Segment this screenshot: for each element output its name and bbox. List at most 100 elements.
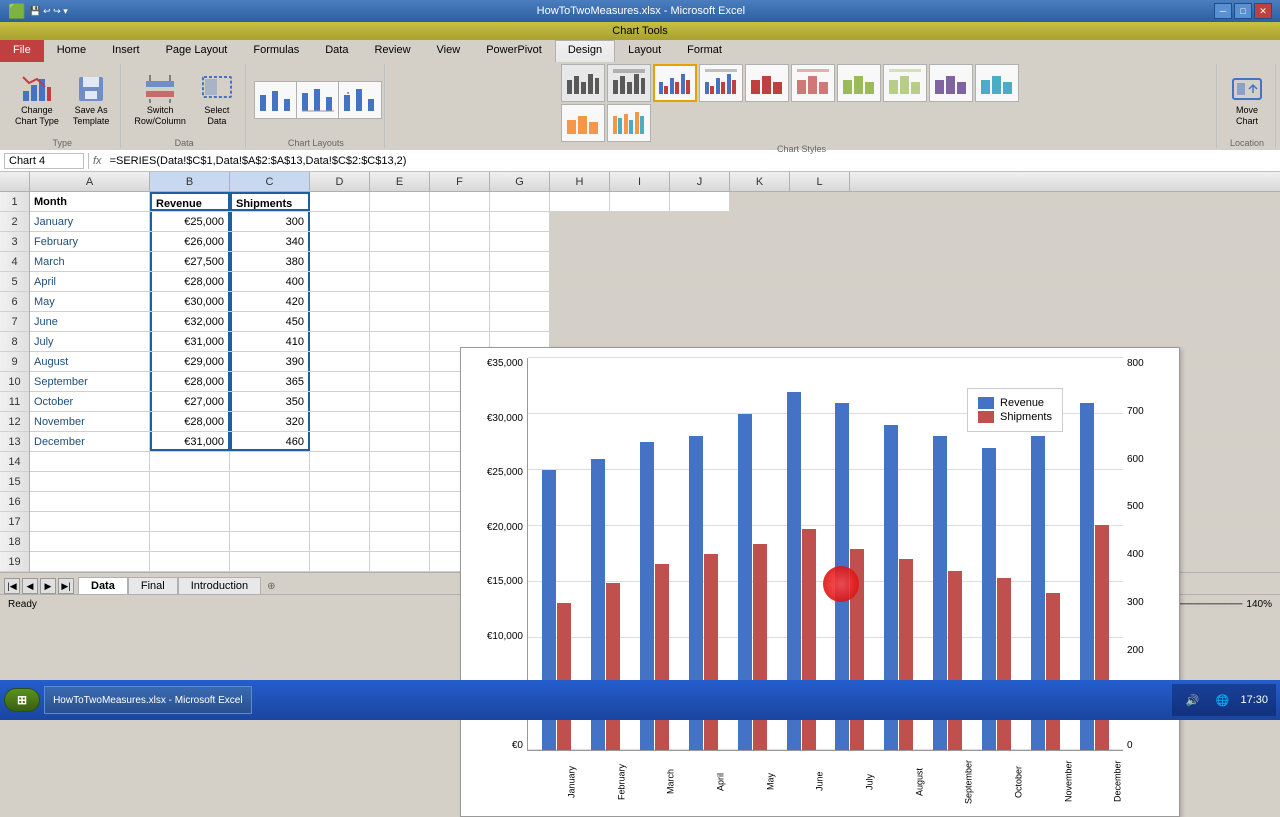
chart-style-9[interactable] <box>929 64 973 102</box>
cell-month[interactable]: April <box>30 272 150 291</box>
sheet-tab-data[interactable]: Data <box>78 577 128 594</box>
cell-empty[interactable] <box>310 352 370 371</box>
cell-empty[interactable] <box>370 452 430 471</box>
cell-empty[interactable] <box>370 532 430 551</box>
tab-power-pivot[interactable]: PowerPivot <box>473 40 555 62</box>
cell-empty[interactable] <box>150 472 230 491</box>
cell-empty[interactable] <box>370 512 430 531</box>
cell-revenue[interactable]: €32,000 <box>150 312 230 331</box>
cell-shipments[interactable]: 400 <box>230 272 310 291</box>
cell-month[interactable]: August <box>30 352 150 371</box>
select-data-button[interactable]: Select Data <box>195 70 239 130</box>
cell-revenue[interactable]: €28,000 <box>150 412 230 431</box>
cell-shipments[interactable]: 390 <box>230 352 310 371</box>
cell-revenue[interactable]: €26,000 <box>150 232 230 251</box>
close-button[interactable]: ✕ <box>1254 3 1272 19</box>
cell-shipments[interactable]: 380 <box>230 252 310 271</box>
chart-style-2[interactable] <box>607 64 651 102</box>
chart-layout-1[interactable] <box>254 81 298 119</box>
chart-style-12[interactable] <box>607 104 651 142</box>
chart-style-7[interactable] <box>837 64 881 102</box>
col-header-i[interactable]: I <box>610 172 670 191</box>
start-button[interactable]: ⊞ <box>4 688 40 712</box>
cell-revenue[interactable]: €27,000 <box>150 392 230 411</box>
cell-empty[interactable] <box>150 512 230 531</box>
cell-revenue[interactable]: €29,000 <box>150 352 230 371</box>
cell-empty[interactable] <box>30 512 150 531</box>
tab-home[interactable]: Home <box>44 40 99 62</box>
col-header-a[interactable]: A <box>30 172 150 191</box>
cell-empty[interactable] <box>370 212 430 231</box>
cell-revenue[interactable]: €28,000 <box>150 372 230 391</box>
cell-empty[interactable] <box>310 512 370 531</box>
cell-empty[interactable] <box>30 532 150 551</box>
cell-revenue[interactable]: €27,500 <box>150 252 230 271</box>
cell-empty[interactable] <box>310 452 370 471</box>
cell-empty[interactable] <box>230 532 310 551</box>
chart-style-3[interactable] <box>653 64 697 102</box>
chart-style-8[interactable] <box>883 64 927 102</box>
cell-empty[interactable] <box>150 552 230 571</box>
cell-empty[interactable] <box>230 552 310 571</box>
change-chart-type-button[interactable]: Change Chart Type <box>10 70 64 130</box>
cell-empty[interactable] <box>370 352 430 371</box>
cell-revenue[interactable]: €25,000 <box>150 212 230 231</box>
tab-review[interactable]: Review <box>361 40 423 62</box>
cell-empty[interactable] <box>310 312 370 331</box>
cell-empty[interactable] <box>150 452 230 471</box>
cell-empty[interactable] <box>30 552 150 571</box>
minimize-button[interactable]: ─ <box>1214 3 1232 19</box>
cell-empty[interactable] <box>150 492 230 511</box>
cell-empty[interactable] <box>490 212 550 231</box>
cell-empty[interactable] <box>370 332 430 351</box>
cell-empty[interactable] <box>430 252 490 271</box>
cell-empty[interactable] <box>490 252 550 271</box>
cell-empty[interactable] <box>370 552 430 571</box>
tab-scroll-next[interactable]: ▶ <box>40 578 56 594</box>
cell-empty[interactable] <box>370 372 430 391</box>
tab-insert[interactable]: Insert <box>99 40 153 62</box>
cell-shipments[interactable]: 365 <box>230 372 310 391</box>
cell-empty[interactable] <box>230 472 310 491</box>
cell-empty[interactable] <box>370 472 430 491</box>
switch-row-column-button[interactable]: Switch Row/Column <box>129 70 191 130</box>
cell-empty[interactable] <box>310 332 370 351</box>
chart-style-1[interactable] <box>561 64 605 102</box>
cell-month[interactable]: November <box>30 412 150 431</box>
cell-shipments[interactable]: 450 <box>230 312 310 331</box>
tab-file[interactable]: File <box>0 40 44 62</box>
cell-b1[interactable]: Revenue <box>150 192 230 211</box>
chart-container[interactable]: €35,000€30,000€25,000€20,000€15,000€10,0… <box>460 347 1180 817</box>
cell-empty[interactable] <box>310 412 370 431</box>
cell-empty[interactable] <box>370 292 430 311</box>
chart-style-10[interactable] <box>975 64 1019 102</box>
cell-empty[interactable] <box>150 532 230 551</box>
cell-e1[interactable] <box>370 192 430 211</box>
move-chart-button[interactable]: Move Chart <box>1225 70 1269 130</box>
formula-input[interactable] <box>106 154 1276 168</box>
cell-empty[interactable] <box>370 392 430 411</box>
cell-empty[interactable] <box>430 212 490 231</box>
chart-layout-3[interactable]: n <box>338 81 382 119</box>
tab-design[interactable]: Design <box>555 40 615 62</box>
save-as-template-button[interactable]: Save As Template <box>68 70 115 130</box>
tab-data[interactable]: Data <box>312 40 361 62</box>
taskbar-icon-1[interactable]: 🔊 <box>1180 688 1204 712</box>
tab-view[interactable]: View <box>424 40 474 62</box>
col-header-h[interactable]: H <box>550 172 610 191</box>
cell-reference-input[interactable] <box>4 153 84 169</box>
cell-empty[interactable] <box>490 272 550 291</box>
cell-g1[interactable] <box>490 192 550 211</box>
cell-c1[interactable]: Shipments <box>230 192 310 211</box>
cell-shipments[interactable]: 410 <box>230 332 310 351</box>
cell-empty[interactable] <box>310 532 370 551</box>
cell-revenue[interactable]: €30,000 <box>150 292 230 311</box>
tab-page-layout[interactable]: Page Layout <box>153 40 241 62</box>
tab-layout[interactable]: Layout <box>615 40 674 62</box>
tab-scroll-prev[interactable]: ◀ <box>22 578 38 594</box>
cell-empty[interactable] <box>370 312 430 331</box>
cell-empty[interactable] <box>230 452 310 471</box>
maximize-button[interactable]: □ <box>1234 3 1252 19</box>
tab-scroll-last[interactable]: ▶| <box>58 578 74 594</box>
cell-a1[interactable]: Month <box>30 192 150 211</box>
